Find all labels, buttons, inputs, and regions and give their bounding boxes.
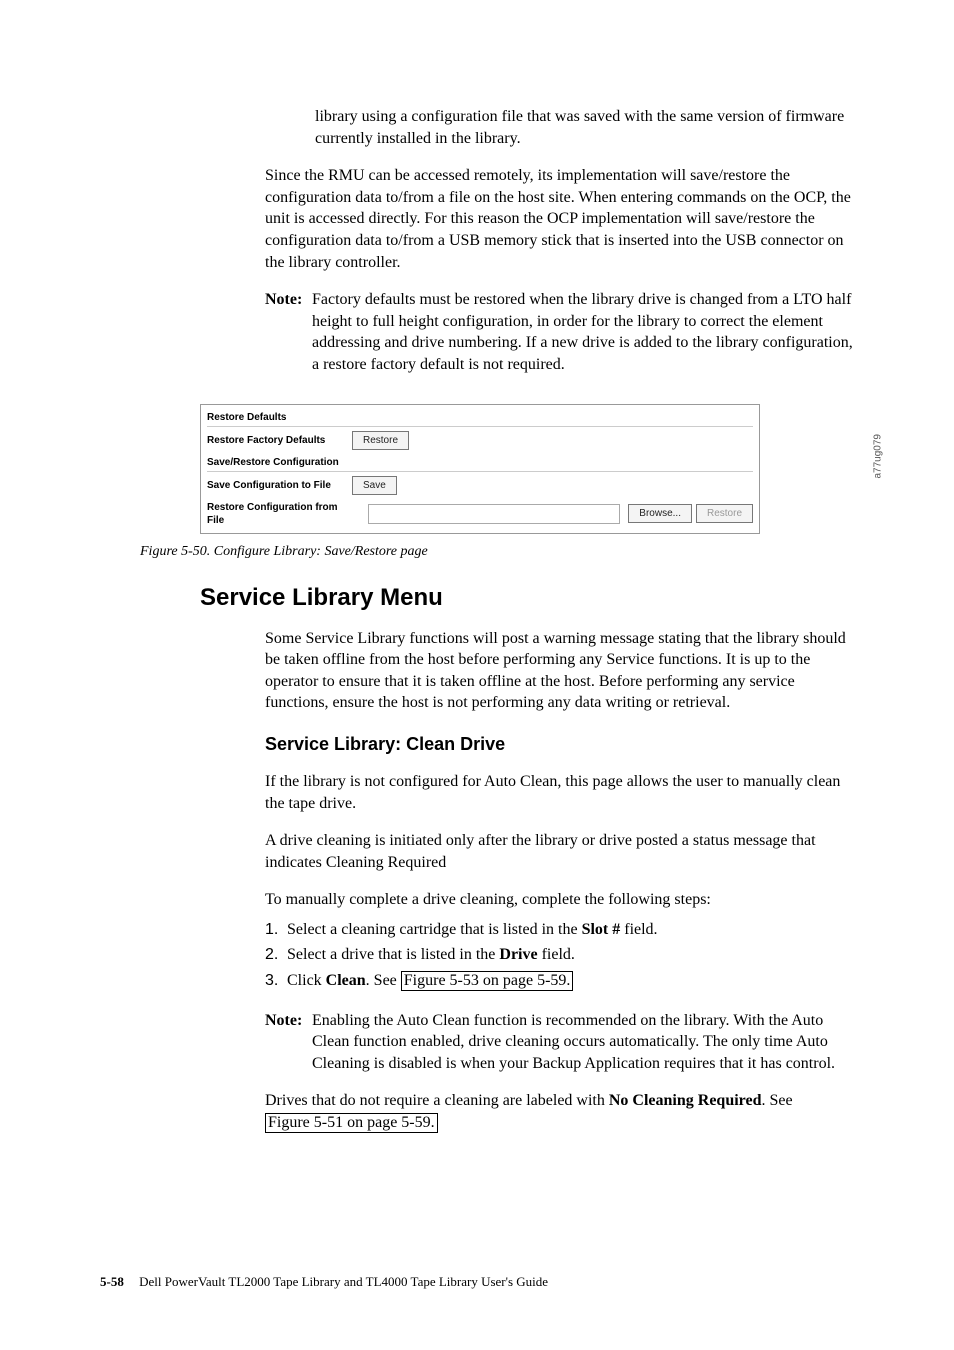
trailing-bold: No Cleaning Required bbox=[609, 1092, 762, 1109]
figure-caption: Figure 5-50. Configure Library: Save/Res… bbox=[140, 544, 854, 560]
step-1: 1. Select a cleaning cartridge that is l… bbox=[265, 917, 854, 943]
step-text-tail: field. bbox=[538, 946, 575, 963]
page-footer: 5-58 Dell PowerVault TL2000 Tape Library… bbox=[100, 1274, 854, 1290]
clean-drive-note: Note: Enabling the Auto Clean function i… bbox=[265, 1010, 854, 1075]
footer-title: Dell PowerVault TL2000 Tape Library and … bbox=[139, 1274, 548, 1289]
heading-clean-drive: Service Library: Clean Drive bbox=[265, 734, 854, 755]
intro-rmu-paragraph: Since the RMU can be accessed remotely, … bbox=[265, 165, 854, 273]
step-2: 2. Select a drive that is listed in the … bbox=[265, 942, 854, 968]
intro-continuation: library using a configuration file that … bbox=[315, 106, 854, 149]
trailing-text-a: Drives that do not require a cleaning ar… bbox=[265, 1092, 609, 1109]
note-label: Note: bbox=[265, 289, 312, 375]
figure-tag: a77ug079 bbox=[872, 434, 883, 479]
section-save-restore-config: Save/Restore Configuration bbox=[207, 456, 753, 472]
clean-drive-p2: A drive cleaning is initiated only after… bbox=[265, 830, 854, 873]
note-text: Enabling the Auto Clean function is reco… bbox=[312, 1010, 854, 1075]
step-bold: Slot # bbox=[582, 921, 621, 938]
figure-save-restore: Restore Defaults Restore Factory Default… bbox=[200, 404, 854, 534]
clean-drive-p1: If the library is not configured for Aut… bbox=[265, 771, 854, 814]
step-text-tail: field. bbox=[620, 921, 657, 938]
clean-drive-trailing: Drives that do not require a cleaning ar… bbox=[265, 1090, 854, 1133]
save-config-label: Save Configuration to File bbox=[207, 479, 352, 492]
step-text-mid: . See bbox=[366, 972, 401, 989]
note-label: Note: bbox=[265, 1010, 312, 1075]
section-restore-defaults: Restore Defaults bbox=[207, 411, 753, 427]
figure-link-5-53[interactable]: Figure 5-53 on page 5-59. bbox=[401, 971, 574, 991]
restore-factory-label: Restore Factory Defaults bbox=[207, 434, 352, 447]
save-restore-panel: Restore Defaults Restore Factory Default… bbox=[200, 404, 760, 534]
note-text: Factory defaults must be restored when t… bbox=[312, 289, 854, 375]
step-number: 3. bbox=[265, 968, 287, 994]
save-button[interactable]: Save bbox=[352, 476, 397, 495]
clean-drive-steps: 1. Select a cleaning cartridge that is l… bbox=[265, 917, 854, 994]
step-number: 2. bbox=[265, 942, 287, 968]
intro-note: Note: Factory defaults must be restored … bbox=[265, 289, 854, 375]
restore-from-file-button[interactable]: Restore bbox=[696, 504, 753, 523]
restore-config-label: Restore Configuration from File bbox=[207, 501, 352, 527]
page-number: 5-58 bbox=[100, 1274, 124, 1289]
browse-button[interactable]: Browse... bbox=[628, 504, 692, 523]
step-3: 3. Click Clean. See Figure 5-53 on page … bbox=[265, 968, 854, 994]
figure-link-5-51[interactable]: Figure 5-51 on page 5-59. bbox=[265, 1113, 438, 1133]
trailing-text-c: . See bbox=[761, 1092, 792, 1109]
step-number: 1. bbox=[265, 917, 287, 943]
clean-drive-p3: To manually complete a drive cleaning, c… bbox=[265, 889, 854, 911]
heading-service-library-menu: Service Library Menu bbox=[200, 584, 854, 612]
step-text: Select a cleaning cartridge that is list… bbox=[287, 921, 582, 938]
step-bold: Clean bbox=[326, 972, 366, 989]
step-text: Click bbox=[287, 972, 326, 989]
file-path-input[interactable] bbox=[368, 504, 620, 524]
service-intro-paragraph: Some Service Library functions will post… bbox=[265, 628, 854, 714]
step-bold: Drive bbox=[499, 946, 537, 963]
restore-button[interactable]: Restore bbox=[352, 431, 409, 450]
step-text: Select a drive that is listed in the bbox=[287, 946, 499, 963]
